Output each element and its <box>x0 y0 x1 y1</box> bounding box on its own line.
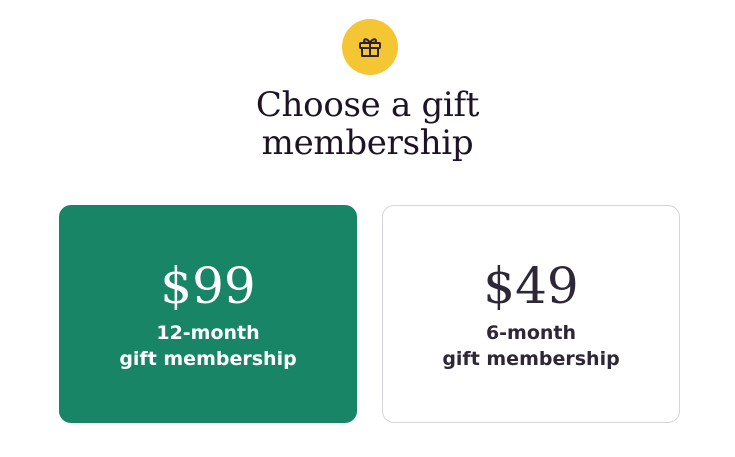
option-price: $99 <box>160 257 256 315</box>
page-title-line-2: membership <box>261 123 474 163</box>
option-term-line-1: 6-month <box>485 322 577 344</box>
option-term-line-1: 12-month <box>156 322 260 344</box>
gift-badge <box>342 19 398 75</box>
membership-option-6-month[interactable]: $49 6-month gift membership <box>382 205 680 423</box>
option-price: $49 <box>483 257 579 315</box>
option-term-line-2: gift membership <box>119 348 297 370</box>
option-term-line-2: gift membership <box>442 348 620 370</box>
page-title-line-1: Choose a gift <box>255 85 480 125</box>
membership-option-12-month[interactable]: $99 12-month gift membership <box>59 205 357 423</box>
gift-icon <box>359 38 381 57</box>
page-title: Choose a gift membership <box>0 86 735 162</box>
